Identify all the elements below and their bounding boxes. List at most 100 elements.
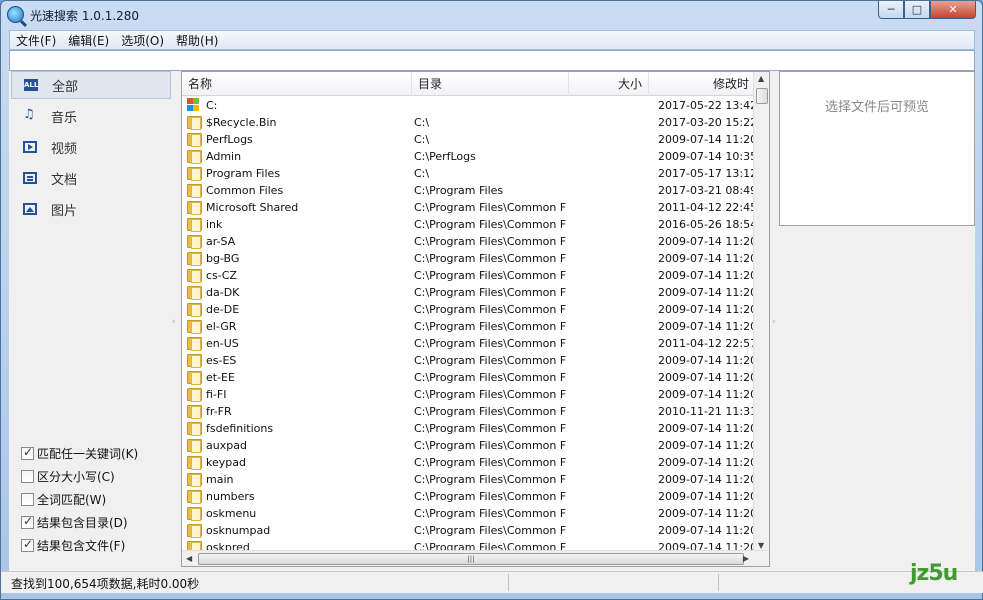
table-row[interactable]: oskmenu C:\Program Files\Common Fil... 200… — [182, 505, 754, 522]
drive-icon — [186, 98, 202, 112]
column-dir-header[interactable]: 目录 — [412, 72, 569, 96]
option-include-files[interactable]: 结果包含文件(F) — [21, 536, 125, 554]
file-mtime-cell: 2016-05-26 18:54: 1 — [658, 218, 754, 231]
table-row[interactable]: cs-CZ C:\Program Files\Common Fil... 2009-… — [182, 267, 754, 284]
file-name-cell: et-EE — [206, 371, 235, 384]
file-dir-cell: C:\Program Files — [414, 184, 504, 197]
column-mtime-header[interactable]: 修改时 — [649, 72, 754, 96]
include-directories-checkbox[interactable] — [21, 514, 34, 529]
vertical-scrollbar[interactable]: ▲ ▼ — [753, 72, 769, 552]
file-mtime-cell: 2017-05-22 13:42:4 — [658, 99, 754, 112]
close-button[interactable]: ✕ — [930, 1, 976, 19]
maximize-button[interactable]: □ — [904, 1, 930, 19]
scroll-down-icon[interactable]: ▼ — [758, 541, 764, 550]
category-document[interactable]: 文档 — [11, 164, 171, 192]
picture-icon — [23, 203, 37, 215]
folder-icon — [187, 303, 202, 317]
table-row[interactable]: C: 2017-05-22 13:42:4 — [182, 97, 754, 114]
table-row[interactable]: numbers C:\Program Files\Common Fil... 200… — [182, 488, 754, 505]
table-row[interactable]: $Recycle.Bin C:\ 2017-03-20 15:22: — [182, 114, 754, 131]
column-size-header[interactable]: 大小 — [569, 72, 649, 96]
table-row[interactable]: fsdefinitions C:\Program Files\Common Fil… — [182, 420, 754, 437]
video-icon — [23, 141, 37, 153]
table-row[interactable]: el-GR C:\Program Files\Common Fil... 2009-… — [182, 318, 754, 335]
table-row[interactable]: keypad C:\Program Files\Common Fil... 2009… — [182, 454, 754, 471]
category-label: 图片 — [51, 203, 78, 219]
option-include-directories[interactable]: 结果包含目录(D) — [21, 513, 128, 531]
minimize-button[interactable]: ─ — [878, 1, 904, 19]
option-whole-word[interactable]: 全词匹配(W) — [21, 490, 106, 508]
table-row[interactable]: Microsoft Shared C:\Program Files\Common … — [182, 199, 754, 216]
folder-icon — [187, 422, 202, 436]
file-mtime-cell: 2009-07-14 11:20:0 — [658, 456, 754, 469]
horizontal-scroll-thumb[interactable]: ||| — [198, 553, 744, 565]
table-row[interactable]: auxpad C:\Program Files\Common Fil... 2009… — [182, 437, 754, 454]
category-video[interactable]: 视频 — [11, 133, 171, 161]
table-row[interactable]: es-ES C:\Program Files\Common Fil... 2009-… — [182, 352, 754, 369]
horizontal-scrollbar[interactable]: ◀ ||| ▶ — [182, 550, 769, 566]
file-name-cell: numbers — [206, 490, 255, 503]
file-mtime-cell: 2010-11-21 11:31:3 — [658, 405, 754, 418]
right-splitter-arrow-icon[interactable]: › — [772, 317, 776, 327]
file-name-cell: keypad — [206, 456, 246, 469]
scroll-right-icon[interactable]: ▶ — [743, 554, 749, 563]
menu-help[interactable]: 帮助(H) — [170, 32, 224, 49]
category-label: 音乐 — [51, 110, 78, 126]
table-row[interactable]: da-DK C:\Program Files\Common Fil... 2009-… — [182, 284, 754, 301]
folder-icon — [187, 201, 202, 215]
file-dir-cell: C:\ — [414, 167, 430, 180]
folder-icon — [187, 184, 202, 198]
left-splitter-arrow-icon[interactable]: ‹ — [172, 317, 176, 327]
table-row[interactable]: bg-BG C:\Program Files\Common Fil... 2009-… — [182, 250, 754, 267]
table-row[interactable]: Admin C:\PerfLogs 2009-07-14 10:35:2 — [182, 148, 754, 165]
file-dir-cell: C:\Program Files\Common Fil... — [414, 235, 566, 248]
search-input[interactable] — [9, 50, 975, 71]
whole-word-checkbox[interactable] — [21, 492, 34, 506]
table-row[interactable]: osknumpad C:\Program Files\Common Fil... 2… — [182, 522, 754, 539]
include-files-checkbox[interactable] — [21, 537, 34, 552]
category-music[interactable]: 音乐 — [11, 102, 171, 130]
menu-edit[interactable]: 编辑(E) — [62, 32, 115, 49]
table-row[interactable]: Common Files C:\Program Files 2017-03-21 0… — [182, 182, 754, 199]
file-mtime-cell: 2009-07-14 11:20:0 — [658, 524, 754, 537]
file-name-cell: auxpad — [206, 439, 247, 452]
table-row[interactable]: de-DE C:\Program Files\Common Fil... 2009-… — [182, 301, 754, 318]
folder-icon — [187, 320, 202, 334]
table-row[interactable]: et-EE C:\Program Files\Common Fil... 2009-… — [182, 369, 754, 386]
category-all[interactable]: ALL 全部 — [11, 71, 171, 99]
match-any-keyword-checkbox[interactable] — [21, 445, 34, 460]
caption-buttons: ─ □ ✕ — [878, 1, 976, 19]
menu-options[interactable]: 选项(O) — [115, 32, 170, 49]
file-name-cell: fi-FI — [206, 388, 227, 401]
table-row[interactable]: Program Files C:\ 2017-05-17 13:12:0 — [182, 165, 754, 182]
table-row[interactable]: fi-FI C:\Program Files\Common Fil... 2009-… — [182, 386, 754, 403]
file-name-cell: oskmenu — [206, 507, 257, 520]
scroll-left-icon[interactable]: ◀ — [186, 554, 192, 563]
folder-icon — [187, 490, 202, 504]
option-label: 匹配任一关键词(K) — [37, 446, 139, 461]
table-row[interactable]: PerfLogs C:\ 2009-07-14 11:20:0 — [182, 131, 754, 148]
table-row[interactable]: fr-FR C:\Program Files\Common Fil... 2010-… — [182, 403, 754, 420]
file-name-cell: ar-SA — [206, 235, 236, 248]
table-row[interactable]: main C:\Program Files\Common Fil... 2009-0… — [182, 471, 754, 488]
file-mtime-cell: 2009-07-14 11:20:0 — [658, 320, 754, 333]
title-bar[interactable]: 光速搜索 1.0.1.280 ─ □ ✕ — [1, 1, 983, 29]
column-header: 名称 目录 大小 修改时 — [182, 72, 754, 96]
option-case-sensitive[interactable]: 区分大小写(C) — [21, 467, 115, 485]
file-name-cell: Program Files — [206, 167, 281, 180]
file-mtime-cell: 2011-04-12 22:45:5 — [658, 201, 754, 214]
table-row[interactable]: ink C:\Program Files\Common Fil... 2016-05… — [182, 216, 754, 233]
table-row[interactable]: ar-SA C:\Program Files\Common Fil... 2009-… — [182, 233, 754, 250]
file-dir-cell: C:\Program Files\Common Fil... — [414, 405, 566, 418]
case-sensitive-checkbox[interactable] — [21, 469, 34, 483]
table-row[interactable]: en-US C:\Program Files\Common Fil... 2011-… — [182, 335, 754, 352]
folder-icon — [187, 150, 202, 164]
column-name-header[interactable]: 名称 — [182, 72, 412, 96]
scroll-up-icon[interactable]: ▲ — [758, 74, 764, 83]
option-match-any-keyword[interactable]: 匹配任一关键词(K) — [21, 444, 138, 462]
file-mtime-cell: 2009-07-14 11:20:0 — [658, 371, 754, 384]
vertical-scroll-thumb[interactable] — [756, 88, 768, 104]
menu-file[interactable]: 文件(F) — [10, 32, 62, 49]
category-picture[interactable]: 图片 — [11, 195, 171, 223]
preview-placeholder: 选择文件后可预览 — [824, 100, 929, 115]
